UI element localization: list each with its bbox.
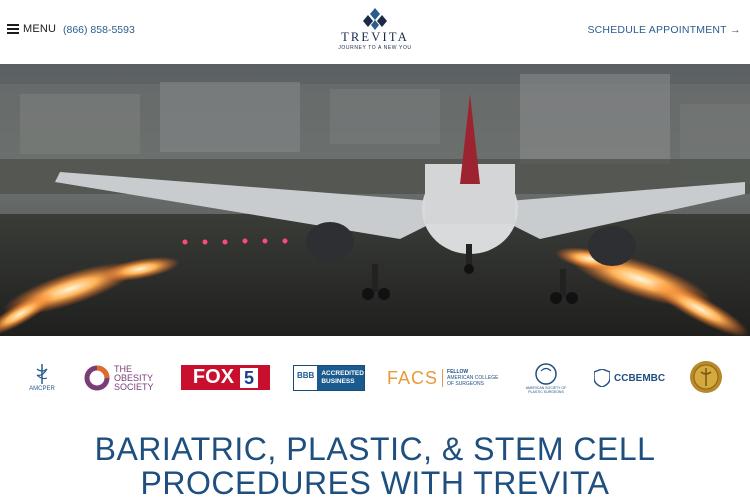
obesity-society-icon <box>84 365 110 391</box>
trevita-logo[interactable]: TREVITA JOURNEY TO A NEW YOU <box>336 8 414 56</box>
bbb-line1: ACCREDITED <box>321 370 364 377</box>
obesity-society-logo: THE OBESITY SOCIETY <box>84 363 160 393</box>
title-line-1: BARIATRIC, PLASTIC, & STEM CELL <box>94 431 656 467</box>
site-header: MENU (866) 858-5593 TREVITA JOURNEY TO A… <box>0 0 750 64</box>
hero-image <box>0 64 750 336</box>
ccbembc-logo: CCBEMBC <box>594 366 666 390</box>
gold-seal-logo <box>689 360 723 394</box>
asps-logo: AMERICAN SOCIETY OF PLASTIC SURGEONS <box>523 358 569 398</box>
phone-link[interactable]: (866) 858-5593 <box>63 24 135 36</box>
asps-line2: PLASTIC SURGEONS <box>528 390 564 394</box>
page-title: BARIATRIC, PLASTIC, & STEM CELL PROCEDUR… <box>0 432 750 500</box>
ccbembc-text: CCBEMBC <box>614 372 666 384</box>
bbb-mark: BBB <box>294 366 318 390</box>
facs-abbr: FACS <box>387 367 439 388</box>
menu-button[interactable]: MENU <box>7 23 56 35</box>
logo-name: TREVITA <box>341 30 409 44</box>
amcper-logo: AMCPER <box>22 358 62 398</box>
accreditation-logos: AMCPER THE OBESITY SOCIETY FOX 5 BBB ACC… <box>0 336 750 420</box>
shield-icon <box>594 369 610 387</box>
gold-seal-icon <box>690 361 722 393</box>
arrow-right-icon: → <box>729 24 741 36</box>
fox5-logo: FOX 5 <box>181 365 270 390</box>
fox-text: FOX <box>192 366 235 388</box>
bbb-line2: BUSINESS <box>321 378 355 385</box>
title-line-2: PROCEDURES WITH TREVITA <box>140 465 610 500</box>
hamburger-icon <box>7 24 19 34</box>
schedule-label: SCHEDULE APPOINTMENT <box>587 24 727 36</box>
asps-circle-icon <box>535 363 557 385</box>
obesity-line3: SOCIETY <box>114 381 154 392</box>
facs-line3: OF SURGEONS <box>447 381 484 387</box>
facs-logo: FACS FELLOW AMERICAN COLLEGE OF SURGEONS <box>387 366 503 390</box>
airplane-landing-image <box>0 64 750 336</box>
amcper-label: AMCPER <box>29 386 55 392</box>
bbb-accredited-logo: BBB ACCREDITED BUSINESS <box>293 365 365 391</box>
schedule-appointment-link[interactable]: SCHEDULE APPOINTMENT → <box>587 24 741 36</box>
logo-tagline: JOURNEY TO A NEW YOU <box>338 45 412 51</box>
menu-label: MENU <box>23 23 57 35</box>
caduceus-icon <box>36 364 48 384</box>
diamond-logo-icon <box>363 8 387 30</box>
fox-number: 5 <box>240 367 259 388</box>
